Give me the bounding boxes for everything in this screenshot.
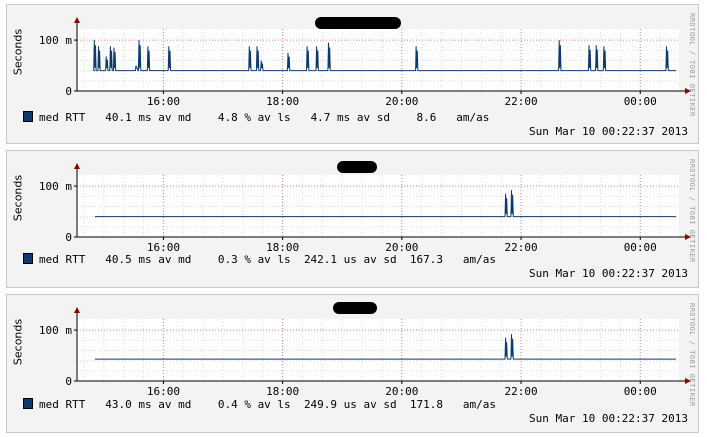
y-tick-label: 0	[65, 85, 72, 98]
y-tick-label: 100 m	[39, 34, 72, 47]
avg-sd-value: 249.9 us av sd	[303, 398, 397, 411]
timestamp-1: Sun Mar 10 00:22:37 2013	[529, 125, 688, 138]
x-tick-label: 18:00	[266, 385, 299, 398]
y-tick-label: 100 m	[39, 324, 72, 337]
legend-row-3: med RTT 43.0 ms av md 0.4 % av ls 249.9 …	[23, 398, 496, 411]
legend-row-2: med RTT 40.5 ms av md 0.3 % av ls 242.1 …	[23, 253, 496, 266]
y-axis-arrow	[74, 17, 80, 23]
am-as-label: am/as	[462, 253, 497, 266]
rrd-graph-panel-1: RRDTOOL / TOBI OETIKER Seconds 16:00 18:0…	[6, 4, 699, 144]
x-tick-label: 22:00	[504, 95, 537, 108]
timestamp-3: Sun Mar 10 00:22:37 2013	[529, 412, 688, 425]
rtt-plot-1: 16:00 18:00 20:00 22:00 00:00 0 100 m	[39, 17, 691, 108]
timestamp-2: Sun Mar 10 00:22:37 2013	[529, 267, 688, 280]
x-axis-arrow	[685, 88, 691, 94]
avg-md-value: 40.5 ms av md	[105, 253, 192, 266]
x-tick-label: 20:00	[385, 385, 418, 398]
avg-md-value: 43.0 ms av md	[105, 398, 192, 411]
x-tick-label: 20:00	[385, 95, 418, 108]
series-label: med RTT	[39, 253, 86, 266]
series-label: med RTT	[39, 111, 86, 124]
am-as-label: am/as	[462, 398, 497, 411]
series-swatch	[23, 111, 33, 122]
series-swatch	[23, 398, 33, 409]
x-tick-label: 16:00	[147, 385, 180, 398]
rrd-graph-panel-2: RRDTOOL / TOBI OETIKER Seconds 16:00 18:0…	[6, 150, 699, 288]
y-axis-arrow	[74, 307, 80, 313]
x-tick-label: 16:00	[147, 95, 180, 108]
loss-value: 0.4 % av ls	[217, 398, 291, 411]
y-axis-arrow	[74, 163, 80, 169]
avg-sd-value: 4.7 ms av sd	[310, 111, 391, 124]
avg-sd-value: 242.1 us av sd	[303, 253, 397, 266]
x-tick-label: 00:00	[624, 385, 657, 398]
am-as-value: 167.3	[409, 253, 444, 266]
x-tick-label: 18:00	[266, 95, 299, 108]
am-as-value: 171.8	[409, 398, 444, 411]
x-axis-arrow	[685, 234, 691, 240]
am-as-label: am/as	[456, 111, 490, 124]
legend-row-1: med RTT 40.1 ms av md 4.8 % av ls 4.7 ms…	[23, 111, 489, 124]
x-tick-label: 22:00	[504, 241, 537, 254]
series-label: med RTT	[39, 398, 86, 411]
am-as-value: 8.6	[416, 111, 437, 124]
x-tick-label: 22:00	[504, 385, 537, 398]
loss-value: 0.3 % av ls	[217, 253, 291, 266]
y-tick-label: 0	[65, 375, 72, 388]
rrd-graph-panel-3: RRDTOOL / TOBI OETIKER Seconds 16:00 18:0…	[6, 294, 699, 433]
x-tick-label: 00:00	[624, 95, 657, 108]
x-tick-label: 00:00	[624, 241, 657, 254]
y-tick-label: 100 m	[39, 180, 72, 193]
avg-md-value: 40.1 ms av md	[105, 111, 192, 124]
loss-value: 4.8 % av ls	[217, 111, 291, 124]
y-tick-label: 0	[65, 231, 72, 244]
x-axis-arrow	[685, 378, 691, 384]
series-swatch	[23, 253, 33, 264]
